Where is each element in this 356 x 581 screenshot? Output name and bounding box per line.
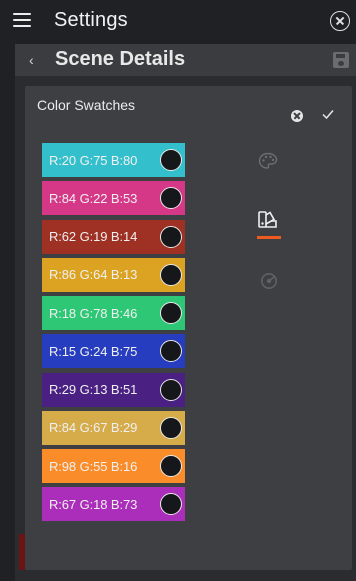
color-swatch[interactable]: R:84 G:67 B:29 <box>42 410 185 445</box>
color-swatch[interactable]: R:67 G:18 B:73 <box>42 487 185 522</box>
swatch-selector-dot[interactable] <box>160 455 182 477</box>
color-picker-icon[interactable] <box>260 272 278 290</box>
color-swatch[interactable]: R:84 G:22 B:53 <box>42 181 185 216</box>
swatch-label: R:62 G:19 B:14 <box>49 229 138 244</box>
swatch-label: R:84 G:67 B:29 <box>49 420 138 436</box>
color-swatch[interactable]: R:29 G:13 B:51 <box>42 372 185 407</box>
swatches-icon[interactable] <box>257 210 279 230</box>
active-tab-indicator <box>257 236 281 239</box>
swatch-selector-dot[interactable] <box>160 225 182 248</box>
swatch-label: R:84 G:22 B:53 <box>49 190 138 206</box>
check-icon[interactable] <box>321 107 335 121</box>
swatch-selector-dot[interactable] <box>160 149 182 171</box>
hamburger-menu-icon[interactable] <box>13 13 31 27</box>
color-swatch[interactable]: R:98 G:55 B:16 <box>42 449 185 483</box>
swatch-selector-dot[interactable] <box>160 378 182 401</box>
swatch-label: R:15 G:24 B:75 <box>49 343 138 359</box>
swatch-selector-dot[interactable] <box>160 340 182 363</box>
swatch-selector-dot[interactable] <box>160 302 182 324</box>
swatch-label: R:67 G:18 B:73 <box>49 496 138 512</box>
swatch-selector-dot[interactable] <box>160 263 182 286</box>
close-icon[interactable] <box>330 11 350 31</box>
swatch-label: R:29 G:13 B:51 <box>49 382 138 397</box>
color-swatch[interactable]: R:20 G:75 B:80 <box>42 143 185 177</box>
section-title: Scene Details <box>55 48 186 70</box>
swatch-selector-dot[interactable] <box>160 493 182 516</box>
swatch-label: R:98 G:55 B:16 <box>49 458 138 474</box>
save-icon[interactable] <box>333 52 349 68</box>
color-swatch[interactable]: R:15 G:24 B:75 <box>42 334 185 369</box>
swatch-label: R:20 G:75 B:80 <box>49 152 138 168</box>
app-header: Settings <box>0 0 356 44</box>
color-swatches-panel: Color Swatches R:20 G:75 B:80 R:84 G:22 B… <box>25 86 352 570</box>
scene-details-header: ‹ Scene Details <box>15 44 356 76</box>
swatch-selector-dot[interactable] <box>160 416 182 439</box>
panel-title: Color Swatches <box>37 97 136 113</box>
chevron-left-icon[interactable]: ‹ <box>29 53 43 67</box>
color-swatch[interactable]: R:18 G:78 B:46 <box>42 296 185 330</box>
color-swatch[interactable]: R:86 G:64 B:13 <box>42 257 185 292</box>
panel-close-icon[interactable] <box>291 110 303 122</box>
palette-icon[interactable] <box>258 152 278 170</box>
page-title: Settings <box>54 9 128 31</box>
swatch-label: R:18 G:78 B:46 <box>49 305 138 321</box>
swatch-selector-dot[interactable] <box>160 187 182 210</box>
swatch-label: R:86 G:64 B:13 <box>49 267 138 283</box>
color-swatch[interactable]: R:62 G:19 B:14 <box>42 219 185 254</box>
